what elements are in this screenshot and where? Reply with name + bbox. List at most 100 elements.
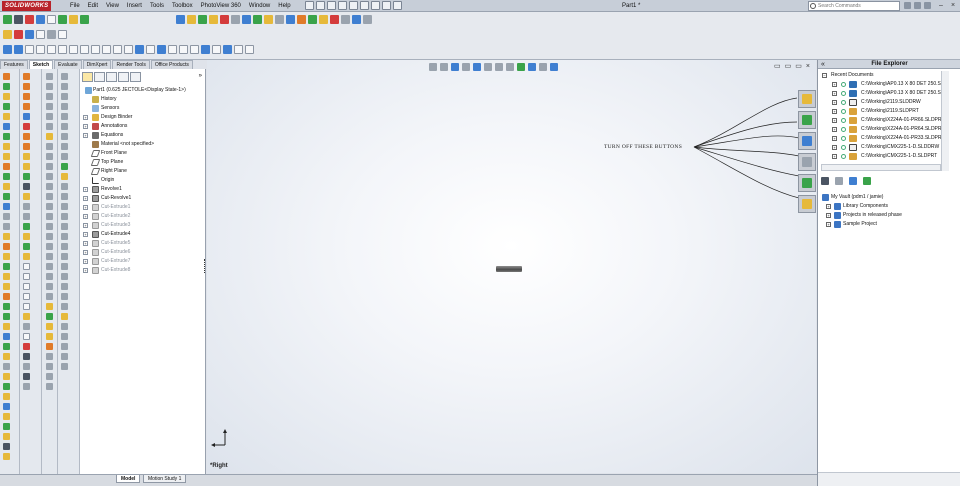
recent-document-item[interactable]: + C:\Working\CMX225-1-D.SLDDRW (821, 143, 941, 152)
expand-icon[interactable]: + (826, 204, 831, 209)
customize-icon[interactable] (58, 15, 67, 24)
toolbar-toggle-icon[interactable] (58, 30, 67, 39)
tool-icon[interactable] (23, 193, 30, 200)
tool-icon[interactable] (61, 303, 68, 310)
edit-macro-icon[interactable] (47, 15, 56, 24)
tool-icon[interactable] (61, 143, 68, 150)
arc-icon[interactable] (231, 15, 240, 24)
tool-icon[interactable] (46, 333, 53, 340)
tree-item[interactable]: + Cut-Extrude4 (83, 230, 205, 239)
menu-help[interactable]: Help (278, 1, 290, 11)
expand-icon[interactable]: + (83, 133, 88, 138)
vault-item[interactable]: My Vault (pdm1 / jamie) (821, 193, 956, 202)
tool-icon[interactable] (61, 103, 68, 110)
tool-icon[interactable] (23, 83, 30, 90)
expand-icon[interactable]: + (832, 82, 837, 87)
tool-icon[interactable] (23, 313, 30, 320)
expand-panel-icon[interactable]: » (199, 73, 202, 79)
custom-properties-tab[interactable] (798, 195, 816, 213)
menu-toolbox[interactable]: Toolbox (172, 1, 193, 11)
sketch-fillet-icon[interactable] (113, 45, 122, 54)
expand-icon[interactable]: + (83, 115, 88, 120)
tool-icon[interactable] (23, 93, 30, 100)
help-dropdown-icon[interactable] (914, 2, 921, 9)
rotate-icon[interactable] (14, 30, 23, 39)
menu-window[interactable]: Window (249, 1, 270, 11)
tool-icon[interactable] (46, 173, 53, 180)
tab-model[interactable]: Model (116, 475, 141, 483)
sketch-move-icon[interactable] (190, 45, 199, 54)
display-relations-icon[interactable] (201, 45, 210, 54)
tool-icon[interactable] (46, 293, 53, 300)
tool-icon[interactable] (46, 73, 53, 80)
tool-icon[interactable] (23, 213, 30, 220)
tool-icon[interactable] (3, 123, 10, 130)
stop-macro-icon[interactable] (14, 15, 23, 24)
expand-icon[interactable]: + (826, 213, 831, 218)
smart-dimension-icon[interactable] (187, 15, 196, 24)
tool-icon[interactable] (61, 163, 68, 170)
tool-icon[interactable] (61, 213, 68, 220)
tree-item[interactable]: + Cut-Extrude7 (83, 257, 205, 266)
pattern-icon[interactable] (363, 15, 372, 24)
tool-icon[interactable] (3, 443, 10, 450)
tool-icon[interactable] (46, 273, 53, 280)
vault-item[interactable]: + Library Components (821, 202, 956, 211)
trim-icon[interactable] (319, 15, 328, 24)
expand-icon[interactable]: + (832, 136, 837, 141)
recent-document-item[interactable]: + C:\Working\X224A-01-PR66.SLDPR (821, 116, 941, 125)
expand-icon[interactable]: + (832, 91, 837, 96)
tool-icon[interactable] (46, 143, 53, 150)
recent-documents-header[interactable]: − Recent Documents (821, 71, 941, 80)
tool-icon[interactable] (61, 333, 68, 340)
menu-file[interactable]: File (70, 1, 80, 11)
tree-item[interactable]: + Cut-Extrude5 (83, 239, 205, 248)
tool-icon[interactable] (3, 423, 10, 430)
properties-icon[interactable] (863, 177, 871, 185)
tool-icon[interactable] (23, 243, 30, 250)
view-palette-tab[interactable] (798, 153, 816, 171)
recent-document-item[interactable]: + C:\Working\2119.SLDPRT (821, 107, 941, 116)
tool-icon[interactable] (46, 83, 53, 90)
tool-icon[interactable] (3, 93, 10, 100)
tool-icon[interactable] (3, 113, 10, 120)
tool-icon[interactable] (46, 213, 53, 220)
sketch-ellipse-icon[interactable] (102, 45, 111, 54)
tree-item[interactable]: + Cut-Extrude8 (83, 266, 205, 275)
tree-item[interactable]: + Design Binder (83, 113, 205, 122)
tool-icon[interactable] (46, 233, 53, 240)
tree-item[interactable]: Material <not specified> (83, 140, 205, 149)
ellipse-icon[interactable] (253, 15, 262, 24)
tool-icon[interactable] (23, 183, 30, 190)
tool-icon[interactable] (46, 163, 53, 170)
tree-item[interactable]: Top Plane (83, 158, 205, 167)
tool-icon[interactable] (61, 343, 68, 350)
sketch-convert-icon[interactable] (146, 45, 155, 54)
tool-icon[interactable] (23, 103, 30, 110)
instant-2d-icon[interactable] (245, 45, 254, 54)
tool-icon[interactable] (3, 283, 10, 290)
tool-icon[interactable] (23, 333, 30, 340)
tool-icon[interactable] (46, 103, 53, 110)
tool-icon[interactable] (3, 383, 10, 390)
tool-icon[interactable] (46, 123, 53, 130)
recent-document-item[interactable]: + C:\Working\AP0.13 X 80 DET 250.SL (821, 89, 941, 98)
tool-icon[interactable] (61, 233, 68, 240)
tool-icon[interactable] (46, 193, 53, 200)
tool-icon[interactable] (3, 403, 10, 410)
run-macro-icon[interactable] (3, 15, 12, 24)
spline-icon[interactable] (242, 15, 251, 24)
tool-icon[interactable] (46, 373, 53, 380)
relations-icon[interactable] (14, 45, 23, 54)
tool-icon[interactable] (3, 193, 10, 200)
tool-icon[interactable] (23, 363, 30, 370)
tool-icon[interactable] (23, 383, 30, 390)
sketch-icon[interactable] (176, 15, 185, 24)
tool-icon[interactable] (46, 243, 53, 250)
part-model[interactable] (496, 266, 522, 272)
tool-icon[interactable] (3, 253, 10, 260)
expand-icon[interactable]: + (83, 241, 88, 246)
tool-icon[interactable] (23, 113, 30, 120)
close-icon[interactable]: × (948, 1, 958, 11)
tool-icon[interactable] (61, 273, 68, 280)
